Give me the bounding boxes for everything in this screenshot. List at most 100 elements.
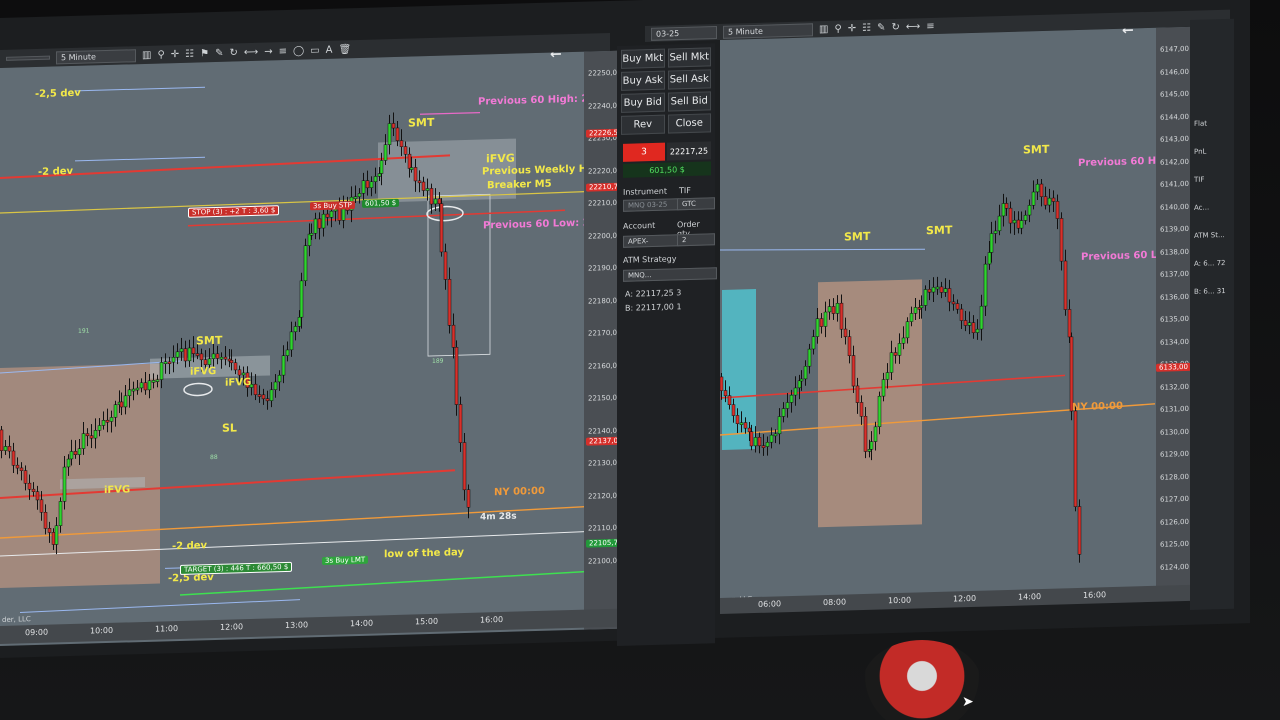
line-icon[interactable]: ⟷ — [244, 46, 258, 57]
right-price-tick: 6131,00 — [1160, 404, 1189, 414]
instrument-selector[interactable] — [6, 55, 50, 61]
ellipse-icon[interactable]: ◯ — [293, 45, 304, 56]
rev-button[interactable]: Rev — [621, 114, 665, 135]
candle-body — [1073, 410, 1078, 508]
left-time-label: 15:00 — [415, 616, 439, 627]
interval-selector[interactable]: 5 Minute — [56, 48, 136, 64]
right-line-icon[interactable]: ⟷ — [906, 21, 920, 32]
right-smt3-label: SMT — [1023, 142, 1050, 157]
candle-body — [927, 289, 932, 293]
candle-body — [1023, 214, 1028, 221]
indicator-icon[interactable]: ☷ — [185, 48, 194, 59]
candle-body — [155, 379, 160, 382]
text-icon[interactable]: A — [326, 44, 333, 55]
right-indicator-icon[interactable]: ☷ — [862, 22, 871, 33]
fib-icon[interactable]: ≡ — [279, 45, 287, 56]
candle-body — [797, 380, 802, 389]
right-prev60-low-label: Previous 60 Lo — [1081, 249, 1165, 263]
candle-body — [1067, 309, 1072, 338]
candle-body — [81, 433, 86, 449]
ray-icon[interactable]: → — [264, 46, 272, 57]
right-price-tick: 6132,00 — [1160, 382, 1189, 392]
buy-mkt-button[interactable]: Buy Mkt — [621, 48, 665, 69]
candle-body — [233, 362, 238, 371]
candle-body — [377, 173, 382, 177]
magnify-icon[interactable]: ⚲ — [157, 49, 164, 60]
rectangle-icon[interactable]: ▭ — [310, 45, 319, 56]
right-draw-icon[interactable]: ✎ — [877, 22, 885, 33]
right-interval-selector[interactable]: 5 Minute — [723, 22, 813, 39]
bar-type-icon[interactable]: ▥ — [142, 49, 151, 60]
side-panel-item[interactable]: B: 6... 31 — [1194, 287, 1226, 296]
atm-field[interactable]: MNQ... — [623, 267, 717, 282]
candle-body — [867, 449, 872, 452]
buy-ask-button[interactable]: Buy Ask — [621, 70, 665, 91]
right-magnify-icon[interactable]: ⚲ — [834, 23, 841, 34]
trash-icon[interactable]: 🗑 — [339, 44, 352, 55]
right-back-arrow-icon[interactable]: ← — [1122, 27, 1134, 39]
candle-body — [54, 525, 59, 545]
candle-body — [454, 346, 459, 405]
left-footer: der, LLC — [2, 615, 31, 624]
candle-body — [859, 402, 864, 417]
buy-lmt-tag[interactable]: 3s Buy LMT — [322, 555, 369, 566]
candle-body — [143, 382, 148, 391]
candle-body — [851, 355, 856, 387]
buy-bid-button[interactable]: Buy Bid — [621, 92, 665, 113]
back-arrow-icon[interactable]: ← — [550, 50, 562, 62]
side-panel-item[interactable]: Ac... — [1194, 203, 1209, 211]
candle-body — [403, 146, 408, 155]
right-chart-panel[interactable]: SMT SMT SMT Previous 60 Hi Previous 60 L… — [720, 26, 1200, 612]
right-sync-icon[interactable]: ↻ — [892, 21, 900, 32]
candle-body — [175, 351, 180, 358]
right-prev60-high-label: Previous 60 Hi — [1078, 155, 1160, 170]
account-field[interactable]: APEX- — [623, 234, 679, 248]
right-time-label: 16:00 — [1083, 590, 1107, 600]
order-qty-field[interactable]: 2 — [677, 233, 715, 247]
sell-ask-button[interactable]: Sell Ask — [667, 69, 711, 90]
candle-body — [1059, 218, 1064, 262]
box-top-value: 191 — [78, 327, 90, 335]
sell-bid-button[interactable]: Sell Bid — [667, 91, 711, 112]
candle-body — [951, 301, 956, 305]
buy-stp-tag[interactable]: 3s Buy STP — [310, 201, 355, 211]
candle-body — [163, 361, 168, 365]
candle-body — [893, 352, 898, 356]
candle-body — [407, 153, 412, 169]
side-panel-item[interactable]: A: 6... 72 — [1194, 259, 1226, 268]
right-crosshair-icon[interactable]: ✛ — [848, 23, 856, 34]
tif-field[interactable]: GTC — [677, 197, 715, 211]
candle-body — [811, 336, 816, 350]
candle-body — [815, 318, 820, 337]
side-panel-item[interactable]: PnL — [1194, 148, 1206, 156]
candle-body — [135, 387, 140, 391]
strategy-icon[interactable]: ⚑ — [200, 48, 209, 59]
mid-circle — [183, 382, 213, 397]
sync-icon[interactable]: ↻ — [230, 47, 238, 58]
candle-body — [905, 321, 910, 339]
right-bar-type-icon[interactable]: ▥ — [819, 23, 828, 34]
right-instrument-selector[interactable]: 03-25 — [651, 25, 717, 41]
left-chart-panel[interactable]: -2,5 dev -2 dev SMT Previous 60 High: 22… — [0, 50, 636, 646]
candle-body — [23, 470, 28, 484]
side-panel-item[interactable]: TIF — [1194, 176, 1204, 184]
candle-body — [27, 482, 32, 490]
candle-body — [979, 305, 984, 330]
side-panel-item[interactable]: ATM St... — [1194, 231, 1225, 240]
candle-body — [447, 279, 452, 326]
sell-mkt-button[interactable]: Sell Mkt — [667, 47, 711, 68]
instrument-field[interactable]: MNQ 03-25 — [623, 198, 679, 212]
right-fib-icon[interactable]: ≡ — [926, 20, 934, 31]
prev60-high-line — [420, 111, 480, 115]
side-panel-item[interactable]: Flat — [1194, 120, 1207, 128]
candle-body — [167, 361, 172, 364]
draw-icon[interactable]: ✎ — [215, 47, 223, 58]
candle-body — [777, 416, 782, 435]
right-price-tick: 6136,00 — [1160, 292, 1189, 302]
weekly-high-line — [0, 191, 586, 214]
close-button[interactable]: Close — [667, 113, 711, 134]
smt-top-label: SMT — [408, 115, 435, 130]
candle-body — [391, 123, 396, 129]
crosshair-icon[interactable]: ✛ — [171, 48, 179, 59]
right-price-tick: 6135,00 — [1160, 314, 1189, 324]
